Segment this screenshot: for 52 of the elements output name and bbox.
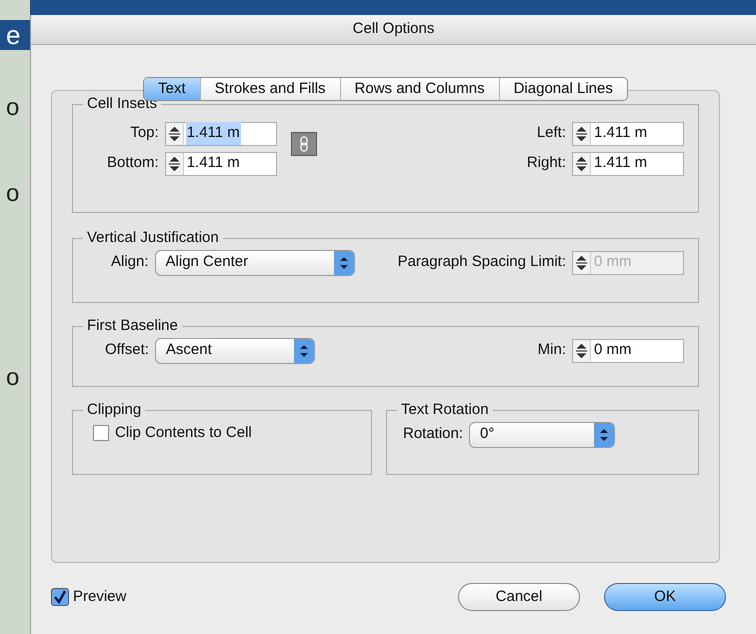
tab[interactable]: Rows and Columns (340, 78, 499, 100)
stepper-icon[interactable] (166, 152, 184, 174)
field-label: Right: (526, 153, 566, 174)
field-value: 0 mm (593, 252, 632, 272)
link-button[interactable] (290, 132, 317, 156)
group-title: Text Rotation (400, 400, 490, 420)
spinner-field[interactable]: 1.411 m (572, 122, 684, 146)
field-label: Min: (538, 340, 566, 360)
tab[interactable]: Text (144, 78, 200, 100)
field-label: Top: (129, 123, 159, 144)
dropdown[interactable]: Ascent (154, 338, 315, 364)
spinner-field[interactable]: 1.411 m (164, 152, 277, 176)
group-title: Clipping (86, 400, 142, 420)
dropdown-arrows-icon (334, 250, 354, 274)
checkbox[interactable] (93, 424, 109, 441)
background-text: o (5, 93, 20, 123)
tab[interactable]: Strokes and Fills (200, 78, 340, 100)
group-title: First Baseline (86, 316, 179, 336)
field-value: 1.411 m (186, 122, 241, 145)
stepper-icon[interactable] (573, 340, 591, 362)
field-label: Offset: (105, 340, 149, 360)
dropdown-arrows-icon (294, 338, 314, 362)
stepper-icon[interactable] (166, 122, 184, 144)
window-title: Cell Options (352, 19, 434, 40)
dropdown[interactable]: Align Center (154, 250, 355, 276)
dropdown-arrows-icon (594, 422, 614, 446)
field-value: 1.411 m (593, 153, 648, 174)
field-label: Paragraph Spacing Limit: (398, 252, 566, 272)
dialog-button[interactable]: Cancel (458, 583, 580, 611)
spinner-field[interactable]: 1.411 m (572, 152, 684, 176)
field-value: 0 mm (593, 340, 632, 360)
field-label: Left: (536, 123, 566, 144)
stepper-icon[interactable] (573, 152, 591, 174)
background-text: o (5, 363, 20, 393)
spinner-field[interactable]: 1.411 m (164, 122, 277, 146)
dialog-button[interactable]: OK (604, 583, 726, 611)
dropdown[interactable]: 0° (469, 422, 616, 448)
field-label: Align: (111, 252, 149, 272)
field-value: 1.411 m (186, 153, 241, 174)
field-value: 1.411 m (593, 123, 648, 144)
stepper-icon[interactable] (573, 122, 591, 144)
checkbox-label: Clip Contents to Cell (115, 422, 252, 442)
checkbox[interactable] (51, 588, 69, 606)
group-title: Vertical Justification (86, 228, 220, 248)
background-text: e (0, 20, 30, 50)
spinner-field[interactable]: 0 mm (572, 338, 684, 362)
background-text: o (5, 179, 20, 209)
field-label: Rotation: (403, 424, 464, 444)
chain-link-icon (298, 136, 309, 152)
tab[interactable]: Diagonal Lines (498, 78, 627, 100)
checkbox-label: Preview (73, 586, 126, 607)
field-label: Bottom: (107, 153, 159, 174)
